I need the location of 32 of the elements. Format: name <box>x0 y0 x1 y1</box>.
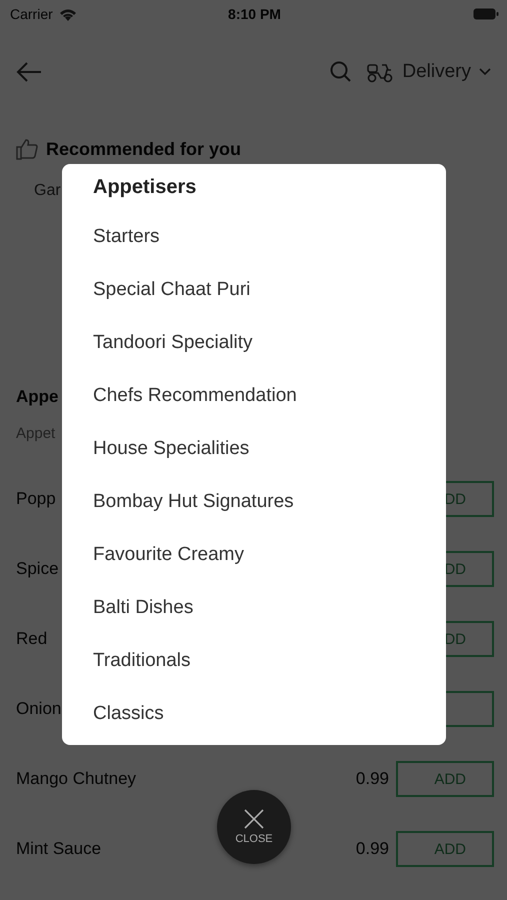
close-icon <box>244 809 264 829</box>
item-name: Onion <box>16 699 62 719</box>
section-title: Recommended for you <box>46 138 242 160</box>
back-arrow-icon[interactable] <box>16 62 42 82</box>
menu-item[interactable]: Traditionals <box>93 634 446 687</box>
menu-item[interactable]: Bombay Hut Signatures <box>93 475 446 528</box>
thumbs-up-icon <box>16 138 38 160</box>
item-name: Spice <box>16 559 59 579</box>
item-name: Red <box>16 629 48 649</box>
close-button[interactable]: CLOSE <box>217 790 291 864</box>
menu-item[interactable]: Classics <box>93 687 446 740</box>
item-name: Mint Sauce <box>16 839 102 859</box>
status-time: 8:10 PM <box>227 6 282 22</box>
menu-item[interactable]: Starters <box>93 210 446 263</box>
menu-item[interactable]: Chefs Recommendation <box>93 369 446 422</box>
battery-icon <box>473 8 499 20</box>
menu-item[interactable]: Balti Dishes <box>93 581 446 634</box>
carrier-name: Carrier <box>10 6 53 22</box>
item-price: 0.99 <box>356 769 389 789</box>
menu-title: Appetisers <box>93 175 198 200</box>
category-title: Appe <box>16 386 58 408</box>
scooter-icon <box>366 61 394 83</box>
wifi-icon <box>58 8 77 20</box>
item-price: 0.99 <box>356 839 389 859</box>
menu-item[interactable]: Special Chaat Puri <box>93 263 446 316</box>
menu-item[interactable]: Tandoori Speciality <box>93 316 446 369</box>
item-name: Popp <box>16 489 56 509</box>
search-icon[interactable] <box>330 61 352 83</box>
chevron-down-icon <box>479 68 491 76</box>
menu-item[interactable]: Favourite Creamy <box>93 528 446 581</box>
item-name: Mango Chutney <box>16 769 136 789</box>
menu-item[interactable]: House Specialities <box>93 422 446 475</box>
